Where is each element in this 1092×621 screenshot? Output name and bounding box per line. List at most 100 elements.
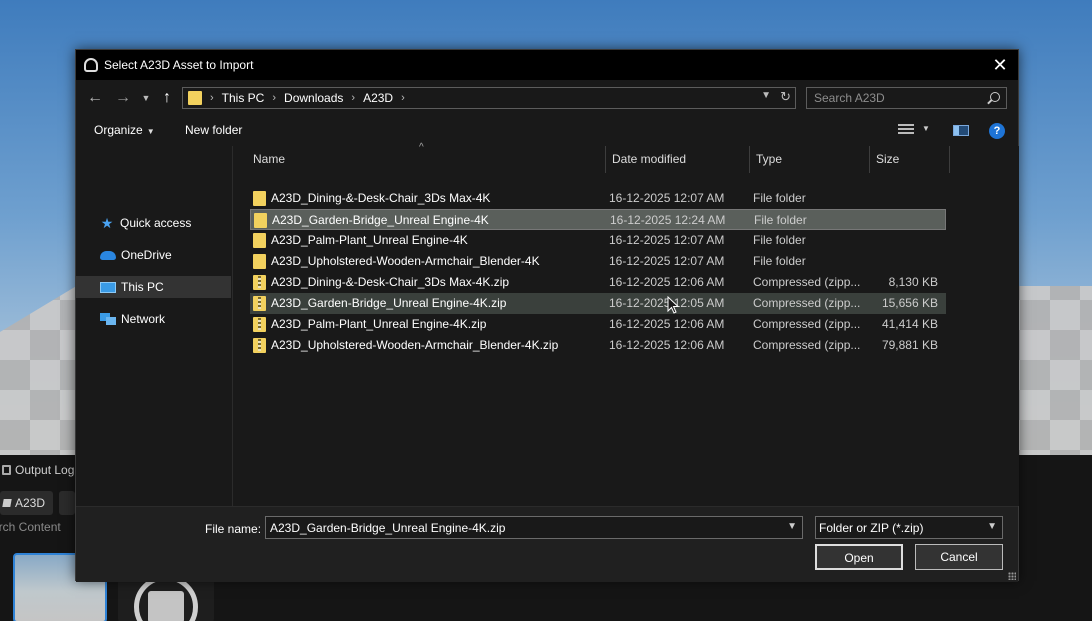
file-size	[868, 230, 938, 251]
navigation-pane: ★ Quick access OneDrive This PC Network	[76, 146, 233, 506]
file-type: File folder	[753, 191, 806, 205]
star-icon: ★	[100, 215, 114, 231]
breadcrumb-this-pc[interactable]: This PC	[222, 91, 265, 105]
file-type: Compressed (zipp...	[753, 317, 861, 331]
column-name[interactable]: Name	[247, 146, 606, 173]
file-size: 79,881 KB	[881, 338, 938, 352]
file-date: 16-12-2025 12:07 AM	[609, 254, 725, 268]
chevron-down-icon: ▼	[987, 521, 997, 532]
file-row[interactable]: A23D_Palm-Plant_Unreal Engine-4K.zip 16-…	[250, 314, 946, 335]
file-size: 41,414 KB	[881, 317, 938, 331]
folder-icon	[253, 254, 266, 269]
organize-label: Organize	[94, 123, 143, 137]
chevron-right-icon[interactable]: ›	[351, 92, 355, 104]
address-row: ← → ▼ ↑ › This PC › Downloads › A23D › ▼…	[76, 80, 1018, 116]
app-icon	[84, 58, 98, 72]
file-row[interactable]: A23D_Dining-&-Desk-Chair_3Ds Max-4K 16-1…	[250, 188, 946, 209]
column-type[interactable]: Type	[750, 146, 870, 173]
column-date-modified[interactable]: Date modified	[606, 146, 750, 173]
zip-file-icon	[253, 317, 266, 332]
recent-locations-icon[interactable]: ▼	[140, 88, 152, 108]
cloud-icon	[100, 250, 116, 260]
network-icon	[100, 313, 116, 325]
file-date: 16-12-2025 12:06 AM	[609, 275, 725, 289]
file-date: 16-12-2025 12:24 AM	[610, 213, 726, 227]
content-chip-a23d[interactable]: A23D	[0, 491, 54, 515]
file-type: File folder	[754, 213, 807, 227]
file-row[interactable]: A23D_Palm-Plant_Unreal Engine-4K 16-12-2…	[250, 230, 946, 251]
new-folder-button[interactable]: New folder	[185, 123, 242, 137]
help-icon[interactable]: ?	[989, 123, 1005, 139]
up-arrow-icon[interactable]: ↑	[158, 88, 176, 108]
nav-item-label: Quick access	[120, 216, 192, 230]
file-name: A23D_Palm-Plant_Unreal Engine-4K	[271, 233, 468, 247]
file-type: Compressed (zipp...	[753, 338, 861, 352]
file-size	[868, 251, 938, 272]
search-box[interactable]	[806, 87, 1007, 109]
file-type-filter-value: Folder or ZIP (*.zip)	[819, 520, 924, 535]
file-type: File folder	[753, 233, 806, 247]
preview-pane-icon[interactable]	[953, 125, 969, 136]
chevron-right-icon[interactable]: ›	[272, 92, 276, 104]
file-row[interactable]: A23D_Upholstered-Wooden-Armchair_Blender…	[250, 251, 946, 272]
view-options-icon[interactable]	[898, 124, 914, 136]
file-row-hover[interactable]: A23D_Garden-Bridge_Unreal Engine-4K.zip …	[250, 293, 946, 314]
import-dialog: Select A23D Asset to Import ✕ ← → ▼ ↑ › …	[75, 49, 1019, 582]
dialog-title: Select A23D Asset to Import	[104, 58, 254, 72]
file-row-selected[interactable]: A23D_Garden-Bridge_Unreal Engine-4K 16-1…	[250, 209, 946, 230]
content-chip-2[interactable]	[59, 491, 76, 515]
mouse-cursor-icon	[667, 296, 680, 314]
file-name: A23D_Upholstered-Wooden-Armchair_Blender…	[271, 254, 540, 268]
file-row[interactable]: A23D_Upholstered-Wooden-Armchair_Blender…	[250, 335, 946, 356]
file-name: A23D_Garden-Bridge_Unreal Engine-4K	[272, 213, 489, 227]
nav-item-this-pc[interactable]: This PC	[76, 276, 231, 298]
refresh-icon[interactable]: ↻	[780, 89, 791, 105]
file-date: 16-12-2025 12:07 AM	[609, 233, 725, 247]
cancel-button[interactable]: Cancel	[915, 544, 1003, 570]
search-input[interactable]	[814, 91, 979, 105]
file-size: 15,656 KB	[881, 296, 938, 310]
breadcrumb-downloads[interactable]: Downloads	[284, 91, 343, 105]
output-log-tab[interactable]: Output Log	[0, 457, 80, 483]
output-log-label: Output Log	[15, 463, 75, 477]
zip-file-icon	[253, 296, 266, 311]
file-name: A23D_Dining-&-Desk-Chair_3Ds Max-4K	[271, 191, 491, 205]
chevron-down-icon[interactable]: ▼	[761, 90, 771, 101]
nav-item-onedrive[interactable]: OneDrive	[76, 244, 231, 266]
dialog-titlebar: Select A23D Asset to Import ✕	[76, 50, 1018, 80]
content-chip-label: A23D	[15, 496, 46, 510]
chevron-right-icon[interactable]: ›	[401, 92, 405, 104]
file-name-combo[interactable]: ▼	[265, 516, 803, 539]
file-date: 16-12-2025 12:06 AM	[609, 338, 725, 352]
open-button[interactable]: Open	[815, 544, 903, 570]
organize-button[interactable]: Organize ▼	[94, 123, 155, 137]
file-type-filter[interactable]: Folder or ZIP (*.zip) ▼	[815, 516, 1003, 539]
content-chips: A23D	[0, 491, 76, 515]
chevron-down-icon[interactable]: ▼	[787, 521, 797, 532]
folder-icon	[253, 191, 266, 206]
file-name-field[interactable]	[270, 520, 780, 535]
cube-icon	[2, 499, 12, 507]
column-size[interactable]: Size	[870, 146, 950, 173]
close-icon[interactable]: ✕	[988, 54, 1012, 76]
nav-item-quick-access[interactable]: ★ Quick access	[76, 212, 231, 234]
content-search-hint[interactable]: arch Content	[0, 520, 82, 534]
file-row[interactable]: A23D_Dining-&-Desk-Chair_3Ds Max-4K.zip …	[250, 272, 946, 293]
dialog-footer: File name: ▼ Folder or ZIP (*.zip) ▼ Ope…	[76, 506, 1018, 582]
nav-item-network[interactable]: Network	[76, 308, 231, 330]
forward-arrow-icon[interactable]: →	[114, 88, 132, 108]
file-name: A23D_Garden-Bridge_Unreal Engine-4K.zip	[271, 296, 507, 310]
resize-grip-icon[interactable]	[1008, 572, 1016, 580]
back-arrow-icon[interactable]: ←	[86, 88, 104, 108]
file-type: Compressed (zipp...	[753, 275, 861, 289]
chevron-right-icon[interactable]: ›	[210, 92, 214, 104]
chevron-down-icon[interactable]: ▼	[922, 124, 930, 133]
file-date: 16-12-2025 12:06 AM	[609, 317, 725, 331]
breadcrumb-a23d[interactable]: A23D	[363, 91, 393, 105]
chevron-down-icon: ▼	[146, 127, 155, 136]
address-bar[interactable]: › This PC › Downloads › A23D › ▼ ↻	[182, 87, 796, 109]
folder-icon	[188, 91, 202, 105]
search-icon[interactable]	[990, 92, 1000, 102]
file-name: A23D_Palm-Plant_Unreal Engine-4K.zip	[271, 317, 487, 331]
file-size: 8,130 KB	[888, 275, 938, 289]
